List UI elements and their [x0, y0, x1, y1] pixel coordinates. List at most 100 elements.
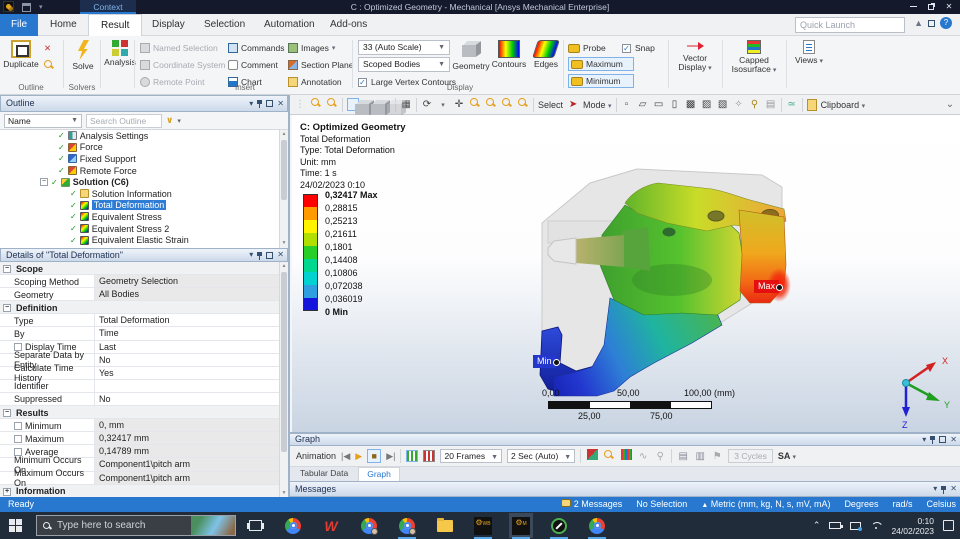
duration-combobox[interactable]: 2 Sec (Auto) ▼ [507, 449, 576, 463]
tree-item-fixed-support[interactable]: ✓ Fixed Support [0, 153, 288, 165]
extend-selection-icon[interactable]: ✧ [733, 99, 745, 110]
pan-icon[interactable]: ✛ [453, 99, 465, 110]
details-row-scoping-method[interactable]: Scoping Method Geometry Selection [0, 275, 288, 289]
tree-item-solution-information[interactable]: ✓ Solution Information [0, 188, 288, 200]
tab-display[interactable]: Display [140, 14, 197, 36]
search-outline-input[interactable]: Search Outline [86, 113, 162, 128]
details-row-suppressed[interactable]: Suppressed No [0, 392, 288, 407]
zoom-out-icon[interactable] [326, 98, 338, 111]
capped-isosurface-button[interactable]: Capped Isosurface ▾ [726, 39, 782, 75]
scroll-up-icon[interactable]: ▲ [280, 262, 288, 271]
export-video-icon[interactable] [586, 449, 598, 463]
details-row-geometry[interactable]: Geometry All Bodies [0, 288, 288, 302]
cycles-input[interactable]: 3 Cycles [728, 449, 773, 463]
commands-button[interactable]: Commands [228, 41, 284, 55]
clipboard-dropdown[interactable]: Clipboard ▾ [821, 100, 866, 110]
details-close-icon[interactable]: ✕ [277, 249, 284, 261]
min-probe-tag[interactable]: Min [533, 355, 559, 368]
restore-button[interactable] [922, 0, 940, 13]
images-button[interactable]: Images ▾ [288, 41, 335, 55]
wand-icon[interactable]: ⚲ [749, 99, 761, 110]
tree-item-solution[interactable]: − ✓ Solution (C6) [0, 176, 288, 188]
frames-combobox[interactable]: 20 Frames ▼ [440, 449, 503, 463]
details-section-scope[interactable]: − Scope [0, 262, 288, 276]
display-cast-icon[interactable] [850, 521, 863, 531]
tree-item-force[interactable]: ✓ Force [0, 142, 288, 154]
views-button[interactable]: Views ▾ [790, 39, 828, 66]
convert-selection-icon[interactable]: ▤ [765, 99, 777, 110]
palette-icon[interactable] [620, 449, 632, 463]
toolbar-drag-handle[interactable]: ⋮ [294, 99, 306, 110]
outline-maximize-icon[interactable] [266, 100, 274, 107]
tab-automation[interactable]: Automation [252, 14, 327, 36]
outline-pin-icon[interactable] [257, 99, 263, 108]
details-row-calc-history[interactable]: Calculate Time History Yes [0, 363, 288, 383]
file-explorer-button[interactable] [433, 513, 457, 538]
graph-close-icon[interactable]: ✕ [950, 434, 957, 445]
edges-button[interactable]: Edges [527, 39, 565, 69]
tab-tabular-data[interactable]: Tabular Data [292, 467, 356, 481]
minimum-checkbox[interactable] [14, 421, 22, 430]
select-nodes-icon[interactable]: ▩ [685, 99, 697, 110]
expand-icon[interactable]: + [3, 487, 11, 496]
details-menu-icon[interactable]: ▾ [249, 249, 253, 261]
details-pin-icon[interactable] [257, 251, 263, 260]
tab-file[interactable]: File [0, 14, 38, 36]
filter-caret-icon[interactable]: ▾ [177, 117, 181, 125]
minimum-toggle[interactable]: Minimum [568, 74, 634, 88]
quick-launch-input[interactable]: Quick Launch [795, 17, 905, 33]
table-pane-icon[interactable]: ▥ [694, 451, 706, 462]
comment-button[interactable]: Comment [228, 58, 278, 72]
search-highlight-image[interactable] [191, 516, 235, 535]
rotate-caret-icon[interactable]: ▾ [437, 101, 449, 109]
tree-item-remote-force[interactable]: ✓ Remote Force [0, 165, 288, 177]
collapse-icon[interactable]: − [3, 265, 11, 273]
tab-home[interactable]: Home [38, 14, 89, 36]
stop-icon[interactable]: ■ [367, 449, 382, 463]
tree-item-equivalent-stress[interactable]: ✓ Equivalent Stress [0, 211, 288, 223]
minimize-button[interactable] [904, 0, 922, 13]
angular-rate-unit[interactable]: rad/s [892, 497, 912, 512]
details-maximize-icon[interactable] [266, 251, 274, 259]
maximum-toggle[interactable]: Maximum [568, 57, 634, 71]
save-icon[interactable] [22, 2, 31, 12]
details-section-definition[interactable]: − Definition [0, 301, 288, 315]
graph-maximize-icon[interactable] [939, 436, 947, 443]
tray-expand-icon[interactable]: ⌃ [813, 520, 821, 531]
chrome-profile1-button[interactable] [357, 513, 381, 538]
coordinate-system-button[interactable]: Coordinate System [140, 58, 225, 72]
tree-item-equivalent-elastic-strain[interactable]: ✓ Equivalent Elastic Strain [0, 234, 288, 246]
unit-system[interactable]: ▲ Metric (mm, kg, N, s, mV, mA) [701, 497, 830, 513]
box-zoom-icon[interactable] [485, 98, 497, 111]
taskbar-search[interactable]: Type here to search [36, 515, 236, 536]
chrome-button[interactable] [281, 513, 305, 538]
duplicate-button[interactable]: Duplicate [2, 39, 40, 69]
selection-status[interactable]: No Selection [636, 497, 687, 512]
collapse-icon[interactable]: − [3, 304, 11, 313]
max-probe-tag[interactable]: Max [754, 280, 784, 293]
details-scrollbar[interactable]: ▲ ▼ [279, 262, 288, 498]
named-selection-button[interactable]: Named Selection [140, 41, 218, 55]
contours-button[interactable]: Contours [490, 39, 528, 69]
angle-unit[interactable]: Degrees [844, 497, 878, 512]
zoom-in-icon[interactable] [310, 98, 322, 111]
details-row-type[interactable]: Type Total Deformation [0, 314, 288, 328]
result-scale-combobox[interactable]: 33 (Auto Scale) ▼ [358, 40, 450, 55]
probe-time-icon[interactable]: ⚲ [654, 451, 666, 462]
tab-addons[interactable]: Add-ons [318, 14, 379, 36]
shaded-exterior-edges-icon[interactable] [347, 98, 375, 116]
geometry-display-button[interactable]: Geometry [452, 39, 490, 71]
select-edges-icon[interactable]: ▱ [637, 99, 649, 110]
distributed-frames-icon[interactable] [406, 450, 419, 462]
help-icon[interactable]: ? [940, 17, 952, 29]
details-row-maximum[interactable]: Maximum 0,32417 mm [0, 432, 288, 446]
graph-pin-icon[interactable] [930, 435, 936, 444]
tab-graph[interactable]: Graph [358, 467, 400, 481]
toolbar-overflow-icon[interactable]: ⌄ [944, 99, 956, 110]
details-row-minimum[interactable]: Minimum 0, mm [0, 419, 288, 433]
expand-filter-icon[interactable]: ∨ [166, 115, 173, 126]
zoom-time-icon[interactable] [603, 449, 615, 463]
details-section-information[interactable]: + Information [0, 484, 288, 498]
details-row-by[interactable]: By Time [0, 327, 288, 341]
collapse-branch-icon[interactable]: − [40, 178, 48, 187]
